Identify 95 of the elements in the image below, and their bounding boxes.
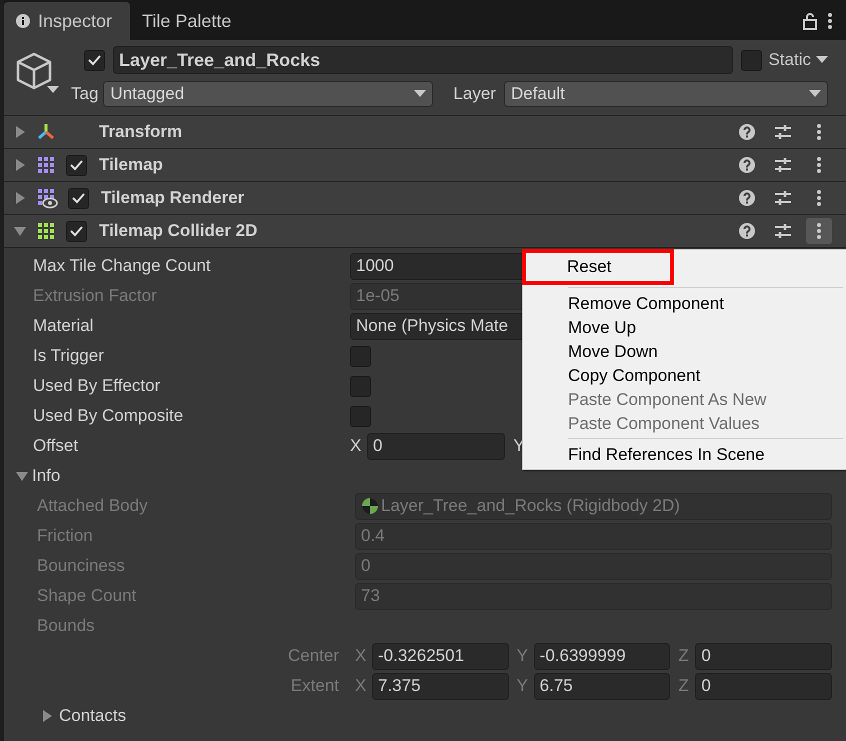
sliders-icon bbox=[774, 223, 792, 239]
object-name: Layer_Tree_and_Rocks (Rigidbody 2D) bbox=[381, 495, 680, 518]
checkbox[interactable] bbox=[350, 376, 371, 396]
foldout-arrow-icon[interactable] bbox=[14, 225, 26, 237]
grid-icon bbox=[36, 155, 56, 175]
component-name: Transform bbox=[99, 121, 182, 144]
checkbox[interactable] bbox=[741, 50, 762, 70]
component-name: Tilemap Collider 2D bbox=[99, 220, 258, 242]
caret-icon bbox=[414, 90, 426, 98]
property-label: Is Trigger bbox=[33, 345, 105, 368]
more-icon bbox=[817, 190, 821, 206]
tag-dropdown[interactable]: Untagged bbox=[103, 81, 434, 107]
property-label: Shape Count bbox=[37, 585, 138, 608]
foldout-arrow-icon[interactable] bbox=[41, 710, 53, 722]
value-field: 0 bbox=[355, 552, 832, 580]
property-label: Bounciness bbox=[37, 555, 126, 578]
number-field[interactable]: 6.75 bbox=[534, 672, 670, 700]
cube-icon[interactable] bbox=[14, 50, 60, 94]
property-label: Extrusion Factor bbox=[33, 285, 158, 308]
menu-item: Paste Component As New bbox=[567, 389, 768, 412]
transform-icon bbox=[36, 122, 56, 142]
axis-label: Y bbox=[516, 675, 530, 698]
name-field[interactable]: Layer_Tree_and_Rocks bbox=[113, 46, 734, 74]
axis-label: X bbox=[355, 645, 368, 668]
more-icon bbox=[817, 124, 821, 140]
component-name: Tilemap Renderer bbox=[101, 187, 244, 210]
sliders-icon bbox=[774, 124, 792, 140]
tab[interactable]: Tile Palette bbox=[130, 2, 250, 40]
number-field[interactable]: 0 bbox=[695, 672, 832, 700]
grid-icon bbox=[36, 221, 56, 241]
axis-label: X bbox=[355, 675, 368, 698]
property-label: Attached Body bbox=[37, 495, 149, 518]
property-label: Max Tile Change Count bbox=[33, 255, 212, 278]
component-header[interactable]: Tilemap Collider 2D bbox=[4, 215, 846, 248]
axis-label: X bbox=[350, 435, 362, 458]
lock-icon[interactable] bbox=[802, 12, 818, 30]
section-label: Contacts bbox=[59, 705, 126, 728]
component-header[interactable]: Tilemap bbox=[4, 149, 846, 182]
help-icon bbox=[739, 190, 755, 206]
checkbox[interactable] bbox=[350, 406, 371, 426]
menu-item[interactable]: Move Down bbox=[523, 340, 843, 364]
foldout-arrow-icon[interactable] bbox=[14, 159, 26, 171]
caret-icon bbox=[809, 90, 821, 98]
checkbox[interactable] bbox=[350, 346, 371, 366]
number-field[interactable]: 0 bbox=[367, 432, 506, 460]
checkbox[interactable] bbox=[84, 50, 105, 70]
axis-label: Z bbox=[678, 675, 690, 698]
menu-item[interactable]: Move Up bbox=[523, 316, 843, 340]
checkbox[interactable] bbox=[66, 220, 87, 242]
help-icon bbox=[739, 124, 755, 140]
component-header[interactable]: Transform bbox=[4, 116, 846, 149]
component-header[interactable]: Tilemap Renderer bbox=[4, 182, 846, 215]
property-label: Offset bbox=[33, 435, 80, 458]
property-label: Friction bbox=[37, 525, 94, 548]
grid-eye-icon bbox=[36, 187, 58, 209]
info-icon bbox=[16, 14, 30, 28]
number-field[interactable]: -0.6399999 bbox=[534, 642, 670, 670]
number-field[interactable]: 0 bbox=[695, 642, 832, 670]
tag-label: Tag bbox=[71, 83, 98, 106]
foldout-arrow-icon[interactable] bbox=[16, 470, 28, 482]
value-field: 73 bbox=[355, 582, 832, 610]
help-icon bbox=[739, 157, 755, 173]
number-field[interactable]: 7.375 bbox=[372, 672, 509, 700]
property-label: Used By Composite bbox=[33, 405, 184, 428]
more-icon bbox=[817, 223, 821, 239]
sliders-icon bbox=[774, 157, 792, 173]
layer-dropdown[interactable]: Default bbox=[504, 81, 828, 107]
caret-icon bbox=[816, 56, 828, 64]
property-label: Extent bbox=[290, 675, 340, 698]
layer-label: Layer bbox=[453, 83, 496, 106]
property-label: Center bbox=[286, 645, 340, 668]
menu-item[interactable]: Copy Component bbox=[523, 364, 843, 388]
property-label: Material bbox=[33, 315, 94, 338]
property-label: Used By Effector bbox=[33, 375, 162, 398]
menu-item: Paste Component Values bbox=[567, 413, 761, 436]
axis-label: Y bbox=[516, 645, 530, 668]
help-icon bbox=[739, 223, 755, 239]
rigidbody-icon bbox=[361, 497, 379, 515]
component-name: Tilemap bbox=[99, 154, 163, 176]
value-field: 0.4 bbox=[355, 522, 832, 550]
section-label: Info bbox=[32, 465, 60, 488]
foldout-arrow-icon[interactable] bbox=[14, 192, 26, 204]
number-field[interactable]: -0.3262501 bbox=[372, 642, 509, 670]
more-icon bbox=[817, 157, 821, 173]
foldout-arrow-icon[interactable] bbox=[14, 126, 26, 138]
checkbox[interactable] bbox=[68, 188, 89, 208]
more-button[interactable] bbox=[806, 218, 832, 244]
property-label: Bounds bbox=[37, 615, 96, 638]
checkbox[interactable] bbox=[66, 154, 87, 176]
tab[interactable]: Inspector bbox=[4, 2, 130, 40]
static-dropdown[interactable]: Static bbox=[768, 47, 828, 73]
axis-label: Z bbox=[678, 645, 690, 668]
more-icon[interactable] bbox=[828, 13, 832, 29]
menu-item[interactable]: Reset bbox=[526, 255, 670, 279]
sliders-icon bbox=[774, 190, 792, 206]
